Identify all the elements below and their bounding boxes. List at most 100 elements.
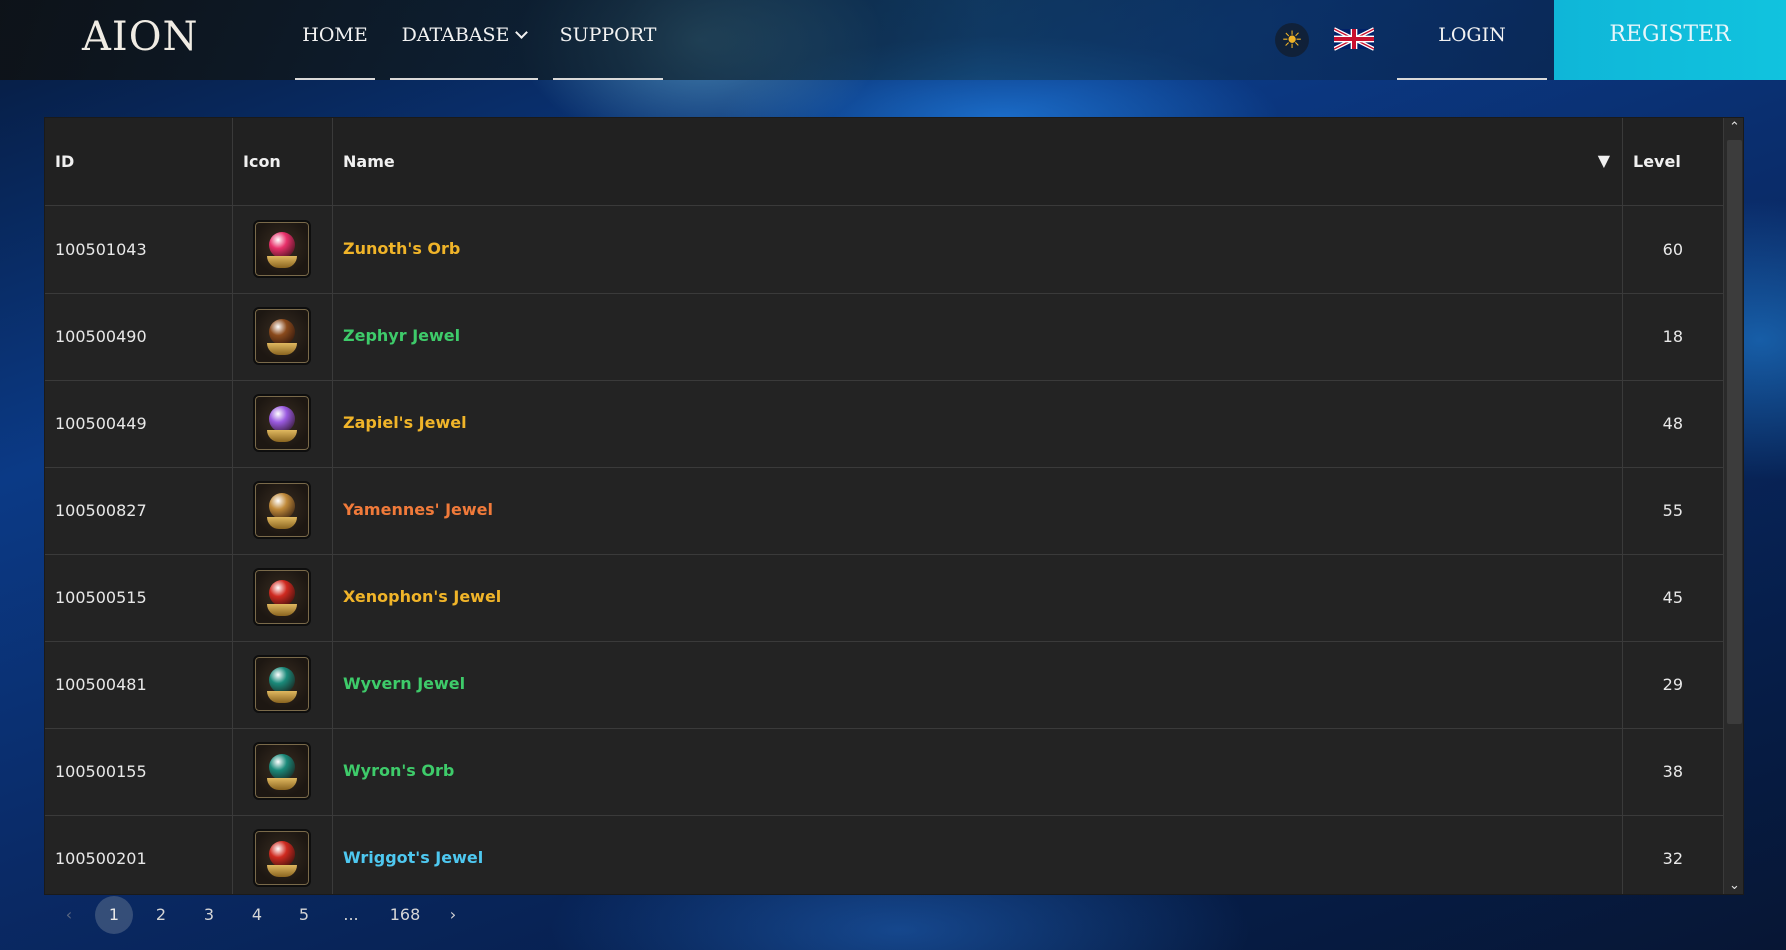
vertical-scrollbar[interactable]: ⌃ ⌄	[1724, 118, 1743, 894]
item-id: 100500481	[45, 641, 233, 728]
login-button[interactable]: LOGIN	[1397, 0, 1547, 80]
nav-database[interactable]: DATABASE	[390, 0, 538, 80]
item-level: 18	[1623, 293, 1724, 380]
nav-home-label: HOME	[302, 24, 368, 46]
stand-shape	[267, 691, 297, 703]
item-level: 55	[1623, 467, 1724, 554]
item-icon-cell	[233, 554, 333, 641]
page-button-4[interactable]: 4	[238, 896, 276, 934]
item-level: 60	[1623, 206, 1724, 293]
item-icon-cell	[233, 815, 333, 894]
jewel-icon[interactable]	[253, 829, 311, 887]
item-level: 45	[1623, 554, 1724, 641]
jewel-icon[interactable]	[253, 655, 311, 713]
page-button-last[interactable]: 168	[383, 896, 427, 934]
item-icon-cell	[233, 641, 333, 728]
stand-shape	[267, 256, 297, 268]
item-name-link[interactable]: Xenophon's Jewel	[333, 554, 1623, 641]
item-icon-cell	[233, 380, 333, 467]
item-name-link[interactable]: Wyvern Jewel	[333, 641, 1623, 728]
uk-flag-icon[interactable]	[1334, 26, 1374, 52]
pagination: ‹ 1 2 3 4 5 ... 168 ›	[50, 896, 550, 936]
sun-icon: ☀	[1281, 26, 1303, 54]
nav-support[interactable]: SUPPORT	[553, 0, 663, 80]
nav-support-label: SUPPORT	[559, 24, 657, 46]
column-header-level[interactable]: Level	[1623, 118, 1724, 206]
item-icon-cell	[233, 728, 333, 815]
gem-shape	[269, 232, 295, 258]
scroll-up-icon[interactable]: ⌃	[1724, 118, 1743, 138]
item-level: 48	[1623, 380, 1724, 467]
table-row[interactable]: 100501043 Zunoth's Orb 60	[45, 206, 1724, 294]
stand-shape	[267, 604, 297, 616]
gem-shape	[269, 754, 295, 780]
item-icon-cell	[233, 467, 333, 554]
column-header-icon: Icon	[233, 118, 333, 206]
item-id: 100500201	[45, 815, 233, 894]
gem-shape	[269, 406, 295, 432]
page-button-1[interactable]: 1	[95, 896, 133, 934]
item-icon-cell	[233, 293, 333, 380]
top-header: AION HOME DATABASE SUPPORT ☀ LOGIN REGIS…	[0, 0, 1786, 80]
item-id: 100500449	[45, 380, 233, 467]
stand-shape	[267, 778, 297, 790]
table-row[interactable]: 100500449 Zapiel's Jewel 48	[45, 380, 1724, 468]
next-page-icon[interactable]: ›	[434, 896, 472, 934]
item-icon-cell	[233, 206, 333, 293]
register-button[interactable]: REGISTER	[1554, 0, 1786, 80]
item-level: 29	[1623, 641, 1724, 728]
table-row[interactable]: 100500155 Wyron's Orb 38	[45, 728, 1724, 816]
stand-shape	[267, 343, 297, 355]
item-level: 38	[1623, 728, 1724, 815]
gem-shape	[269, 580, 295, 606]
item-name-link[interactable]: Zephyr Jewel	[333, 293, 1623, 380]
table-row[interactable]: 100500481 Wyvern Jewel 29	[45, 641, 1724, 729]
scrollbar-thumb[interactable]	[1727, 140, 1742, 724]
item-name-link[interactable]: Wyron's Orb	[333, 728, 1623, 815]
jewel-icon[interactable]	[253, 307, 311, 365]
item-name-link[interactable]: Yamennes' Jewel	[333, 467, 1623, 554]
table-row[interactable]: 100500827 Yamennes' Jewel 55	[45, 467, 1724, 555]
site-logo[interactable]: AION	[82, 14, 198, 62]
gem-shape	[269, 319, 295, 345]
item-name-link[interactable]: Zapiel's Jewel	[333, 380, 1623, 467]
item-id: 100500827	[45, 467, 233, 554]
stand-shape	[267, 865, 297, 877]
page-button-5[interactable]: 5	[285, 896, 323, 934]
scroll-down-icon[interactable]: ⌄	[1724, 876, 1743, 894]
table-row[interactable]: 100500515 Xenophon's Jewel 45	[45, 554, 1724, 642]
stand-shape	[267, 430, 297, 442]
table-row[interactable]: 100500490 Zephyr Jewel 18	[45, 293, 1724, 381]
table-row[interactable]: 100500201 Wriggot's Jewel 32	[45, 815, 1724, 894]
nav-database-label: DATABASE	[401, 24, 510, 46]
prev-page-icon[interactable]: ‹	[50, 896, 88, 934]
page-button-2[interactable]: 2	[142, 896, 180, 934]
item-id: 100500515	[45, 554, 233, 641]
nav-home[interactable]: HOME	[295, 0, 375, 80]
sort-desc-icon[interactable]: ▼	[1598, 151, 1610, 170]
item-name-link[interactable]: Wriggot's Jewel	[333, 815, 1623, 894]
pagination-ellipsis: ...	[343, 905, 359, 924]
theme-toggle-button[interactable]: ☀	[1275, 23, 1309, 57]
jewel-icon[interactable]	[253, 220, 311, 278]
item-level: 32	[1623, 815, 1724, 894]
page-button-3[interactable]: 3	[190, 896, 228, 934]
jewel-icon[interactable]	[253, 742, 311, 800]
item-id: 100500490	[45, 293, 233, 380]
item-id: 100501043	[45, 206, 233, 293]
chevron-down-icon	[515, 26, 529, 39]
items-table: ID Icon Name ▼ Level 100501043 Zunoth's O…	[44, 117, 1744, 895]
gem-shape	[269, 493, 295, 519]
item-name-link[interactable]: Zunoth's Orb	[333, 206, 1623, 293]
table-header: ID Icon Name ▼ Level	[45, 118, 1724, 206]
gem-shape	[269, 667, 295, 693]
column-header-id[interactable]: ID	[45, 118, 233, 206]
column-header-name-label: Name	[343, 152, 395, 171]
jewel-icon[interactable]	[253, 481, 311, 539]
stand-shape	[267, 517, 297, 529]
item-id: 100500155	[45, 728, 233, 815]
jewel-icon[interactable]	[253, 394, 311, 452]
column-header-name[interactable]: Name ▼	[333, 118, 1623, 206]
gem-shape	[269, 841, 295, 867]
jewel-icon[interactable]	[253, 568, 311, 626]
